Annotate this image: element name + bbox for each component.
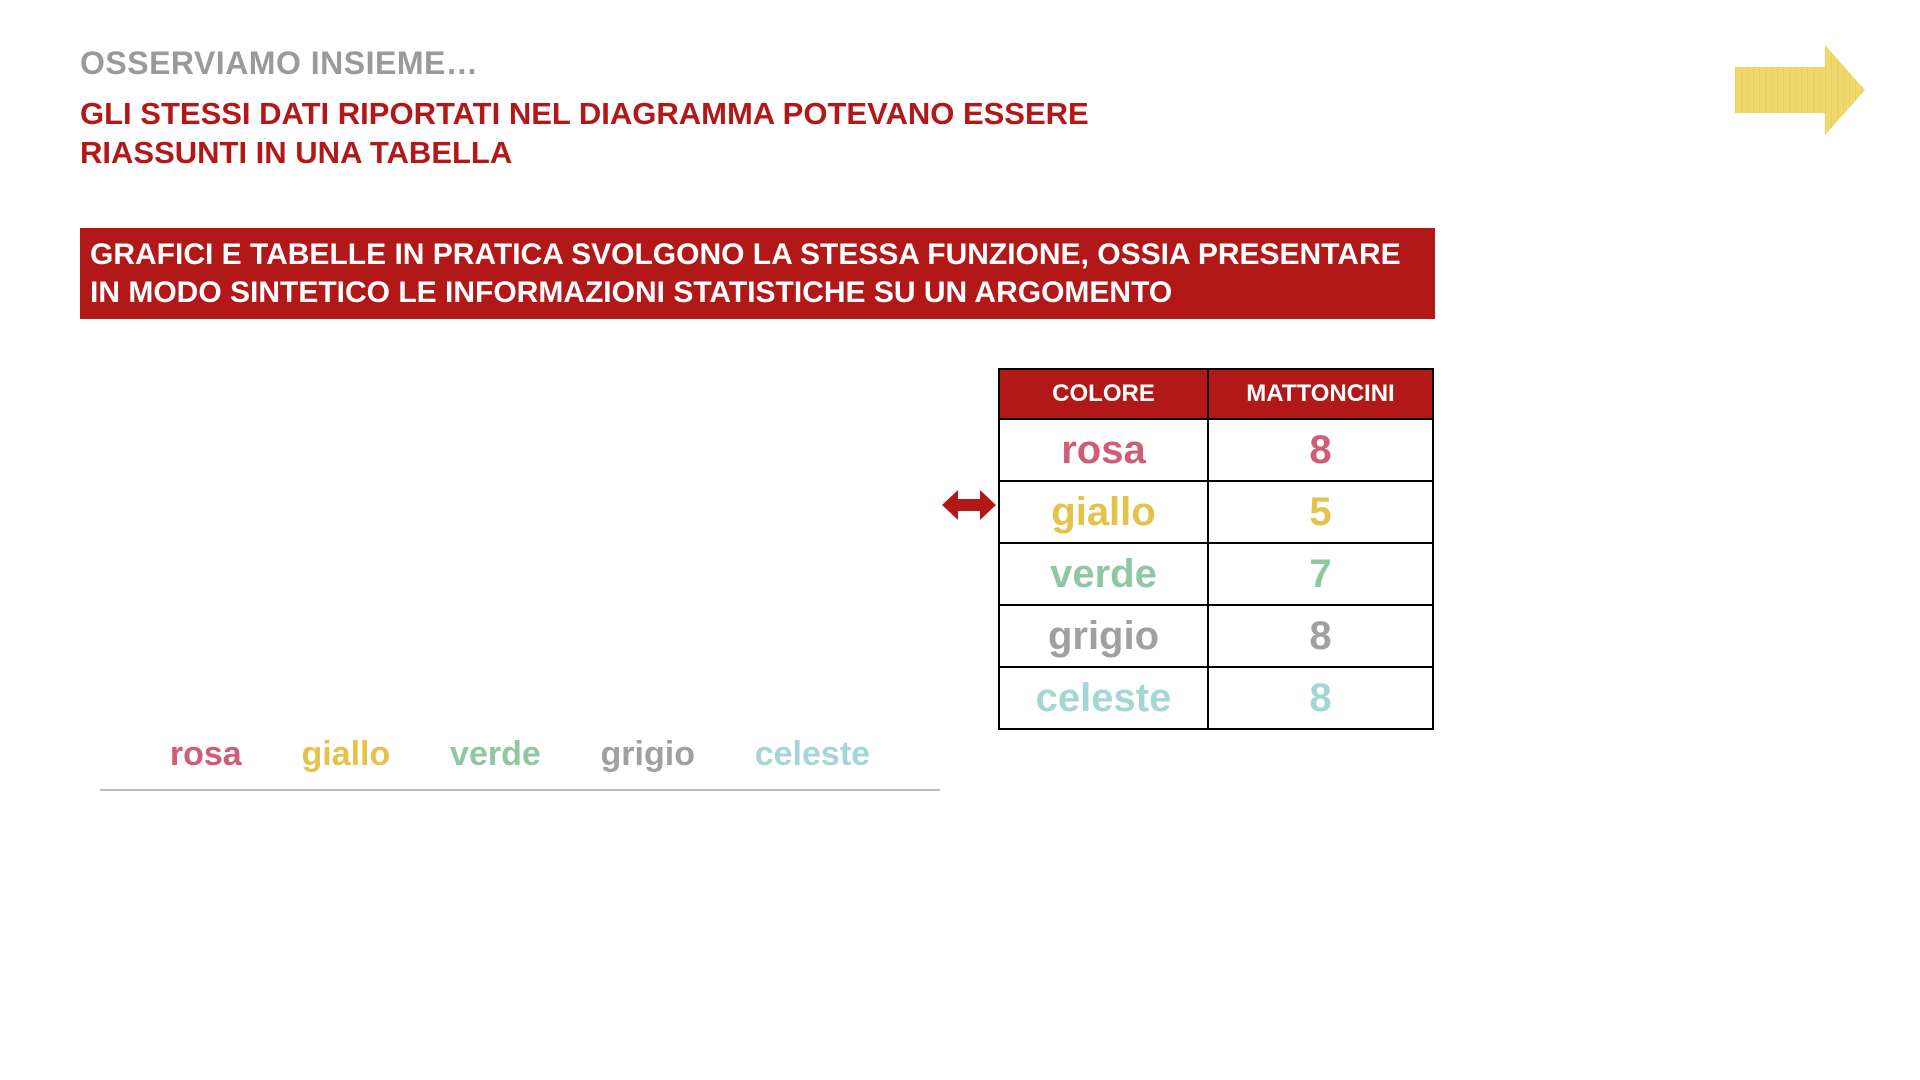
double-arrow-icon (942, 490, 996, 520)
table-row: grigio 8 (999, 605, 1433, 667)
cell-value: 8 (1208, 667, 1433, 729)
table-header-row: COLORE MATTONCINI (999, 369, 1433, 419)
page-title: OSSERVIAMO INSIEME… (80, 45, 478, 82)
legend-item: verde (450, 735, 541, 774)
cell-value: 5 (1208, 481, 1433, 543)
cell-colore: celeste (999, 667, 1208, 729)
cell-colore: rosa (999, 419, 1208, 481)
header-mattoncini: MATTONCINI (1208, 369, 1433, 419)
page-subtitle: GLI STESSI DATI RIPORTATI NEL DIAGRAMMA … (80, 95, 1130, 173)
table-row: rosa 8 (999, 419, 1433, 481)
info-banner: GRAFICI E TABELLE IN PRATICA SVOLGONO LA… (80, 228, 1435, 319)
cell-value: 8 (1208, 605, 1433, 667)
legend-item: rosa (170, 735, 242, 774)
cell-colore: verde (999, 543, 1208, 605)
legend-item: grigio (601, 735, 695, 774)
next-arrow-icon[interactable] (1735, 45, 1865, 135)
table-row: verde 7 (999, 543, 1433, 605)
cell-colore: giallo (999, 481, 1208, 543)
cell-value: 7 (1208, 543, 1433, 605)
header-colore: COLORE (999, 369, 1208, 419)
table-row: giallo 5 (999, 481, 1433, 543)
legend-item: celeste (755, 735, 870, 774)
legend-bar: rosa giallo verde grigio celeste (100, 735, 940, 791)
data-table: COLORE MATTONCINI rosa 8 giallo 5 verde … (998, 368, 1434, 730)
cell-value: 8 (1208, 419, 1433, 481)
table-row: celeste 8 (999, 667, 1433, 729)
legend-item: giallo (301, 735, 390, 774)
cell-colore: grigio (999, 605, 1208, 667)
